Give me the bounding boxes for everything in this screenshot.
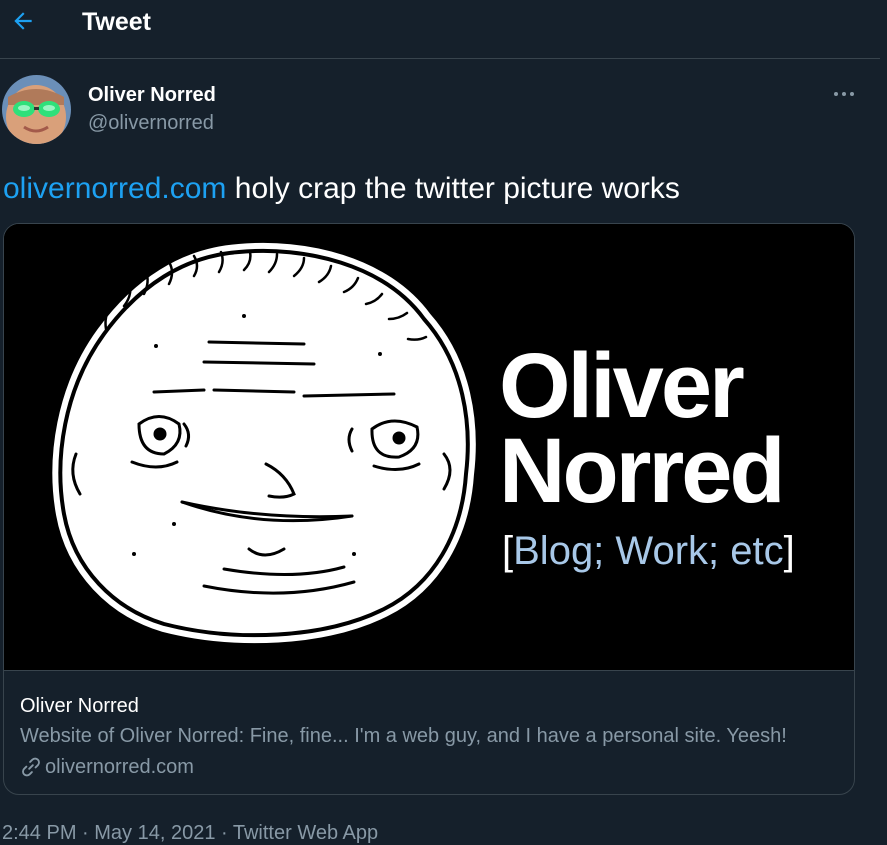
- tweet-timestamp[interactable]: 2:44 PM · May 14, 2021 · Twitter Web App: [2, 821, 378, 845]
- tagline-bracket-open: [: [502, 529, 513, 573]
- page-title: Tweet: [82, 8, 151, 36]
- card-image-tagline: [Blog; Work; etc]: [502, 529, 795, 573]
- more-icon: [834, 92, 854, 96]
- tweet-link[interactable]: olivernorred.com: [3, 172, 226, 205]
- author-name[interactable]: Oliver Norred: [88, 83, 216, 107]
- card-image-title-line2: Norred: [499, 420, 783, 522]
- link-icon: [22, 757, 40, 777]
- link-preview-card[interactable]: Oliver Norred [Blog; Work; etc] Oliver N…: [3, 223, 855, 795]
- tweet-header: Tweet: [0, 0, 880, 59]
- card-description: Website of Oliver Norred: Fine, fine... …: [20, 725, 787, 747]
- tagline-bracket-close: ]: [784, 529, 795, 573]
- author-handle[interactable]: @olivernorred: [88, 111, 214, 135]
- avatar-image: [2, 75, 71, 144]
- tagline-text: Blog; Work; etc: [513, 529, 783, 573]
- card-link-text: olivernorred.com: [45, 756, 194, 778]
- tweet-body: holy crap the twitter picture works: [226, 172, 680, 205]
- back-button[interactable]: [6, 4, 40, 38]
- card-link: olivernorred.com: [20, 755, 194, 779]
- avatar[interactable]: [2, 75, 71, 144]
- more-options-button[interactable]: [826, 80, 862, 108]
- card-image-artwork: Oliver Norred [Blog; Work; etc]: [4, 224, 854, 670]
- arrow-left-icon: [14, 12, 32, 30]
- card-title: Oliver Norred: [20, 695, 139, 717]
- card-image[interactable]: Oliver Norred [Blog; Work; etc]: [4, 224, 854, 671]
- tweet-text: olivernorred.com holy crap the twitter p…: [3, 170, 680, 208]
